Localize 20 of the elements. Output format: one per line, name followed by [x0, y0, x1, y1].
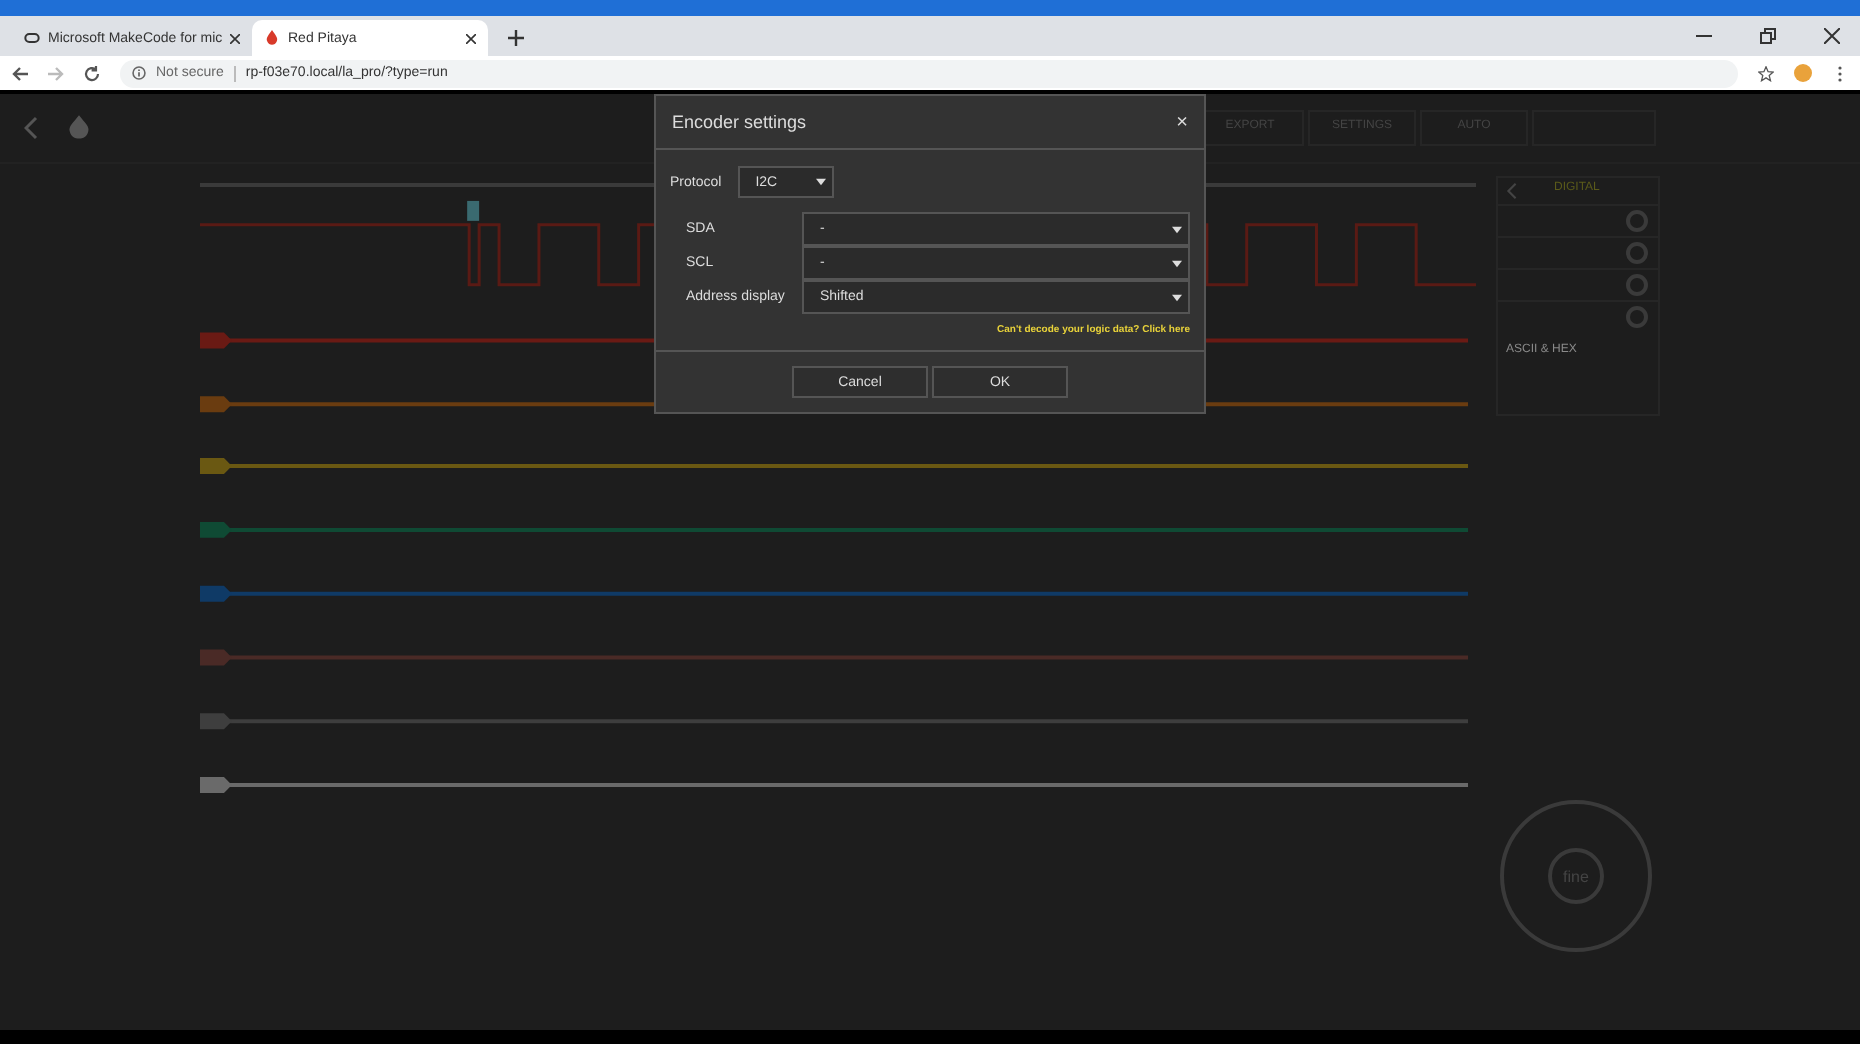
- logo-icon: [68, 114, 90, 142]
- caret-icon: [1172, 225, 1182, 233]
- caret-icon: [815, 178, 826, 186]
- toggle-icon[interactable]: [1626, 242, 1648, 264]
- reload-icon[interactable]: [84, 65, 100, 81]
- new-tab-icon[interactable]: [508, 30, 524, 46]
- toggle-icon[interactable]: [1626, 306, 1648, 328]
- dialog-title: Encoder settings: [672, 112, 807, 132]
- restore-icon[interactable]: [1760, 28, 1776, 44]
- caret-icon: [1172, 259, 1182, 267]
- close-icon[interactable]: [230, 33, 241, 43]
- caret-icon: [1172, 293, 1182, 301]
- info-icon: [132, 66, 146, 80]
- toggle-icon[interactable]: [1626, 210, 1648, 232]
- close-icon[interactable]: [1824, 28, 1840, 44]
- toggle-icon[interactable]: [1626, 274, 1648, 296]
- back-icon[interactable]: [12, 65, 28, 81]
- close-button[interactable]: ×: [1176, 111, 1188, 133]
- close-icon[interactable]: [466, 33, 476, 43]
- star-icon[interactable]: [1758, 65, 1774, 81]
